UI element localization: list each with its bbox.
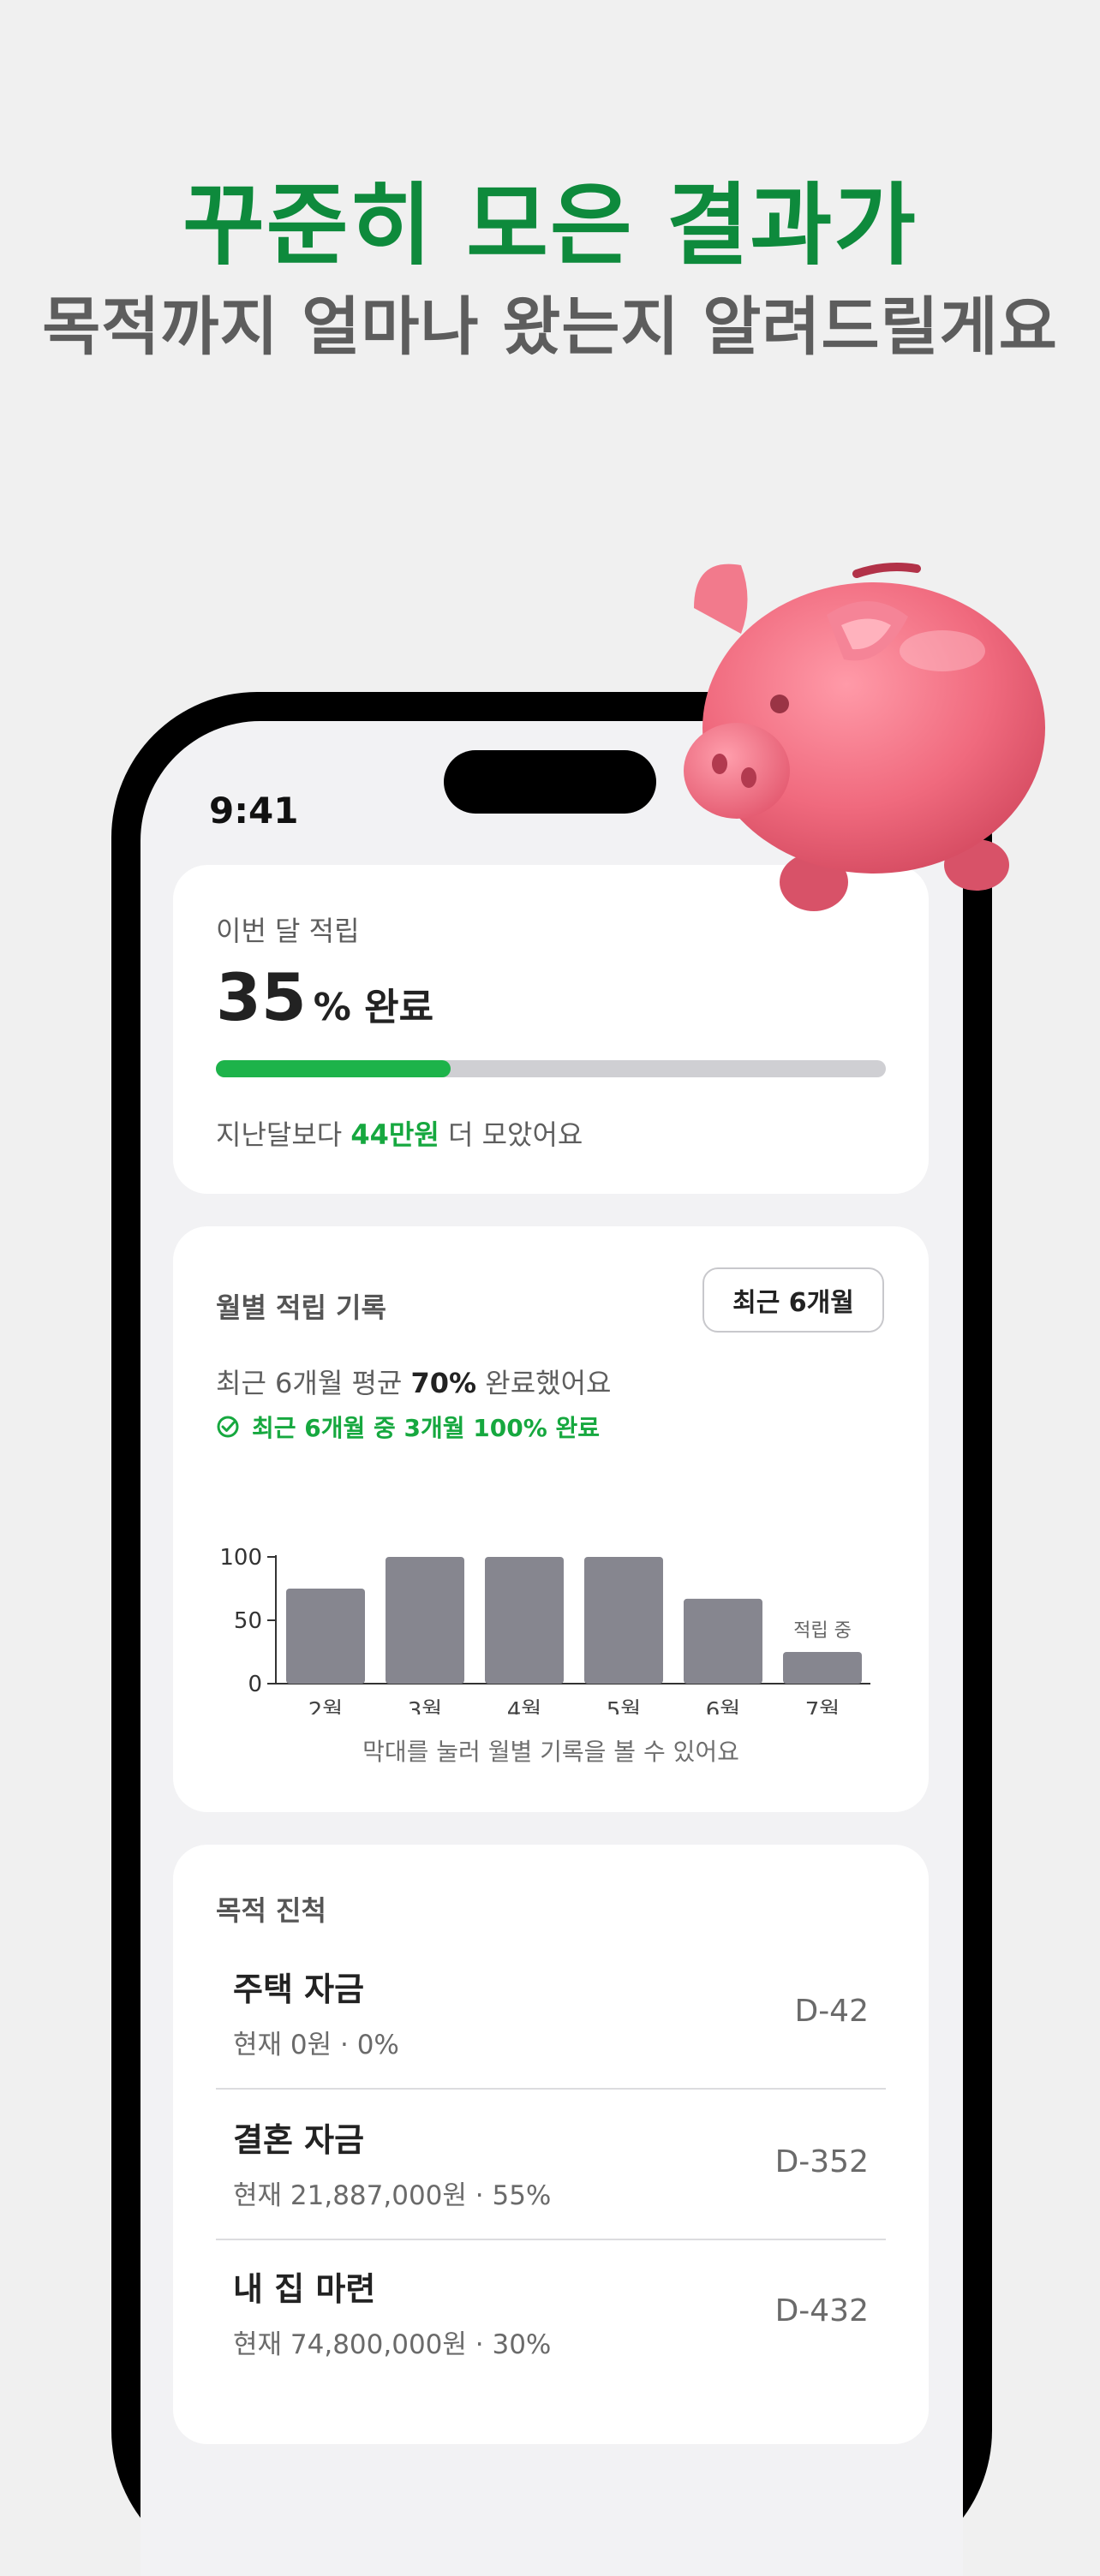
dynamic-island — [444, 750, 656, 814]
monthly-bar-chart: 0 50 100 2월 3월 4월 5월 6월 7월 적립 중 — [219, 1545, 870, 1714]
goal-dday: D-432 — [774, 2293, 869, 2329]
piggy-bank-illustration — [684, 563, 1045, 911]
goal-dday: D-42 — [794, 1994, 869, 2029]
avg-value: 70% — [410, 1367, 477, 1399]
y-tick-label: 100 — [219, 1545, 262, 1571]
phone-screen: 9:41 이번 달 적립 35% 완료 지난달보다 44만원 더 모았어요 월별… — [140, 721, 963, 2576]
goal-item[interactable]: 결혼 자금 현재 21,887,000원 · 55% D-352 — [216, 2091, 886, 2240]
goal-item[interactable]: 주택 자금 현재 0원 · 0% D-42 — [216, 1941, 886, 2090]
phone-frame: 9:41 이번 달 적립 35% 완료 지난달보다 44만원 더 모았어요 월별… — [111, 692, 992, 2576]
check-badge-icon — [217, 1416, 239, 1438]
y-tick-label: 50 — [234, 1608, 262, 1634]
x-tick-label: 7월 — [805, 1698, 840, 1714]
goal-item[interactable]: 내 집 마련 현재 74,800,000원 · 30% D-432 — [216, 2240, 886, 2389]
monthly-record-title: 월별 적립 기록 — [216, 1291, 386, 1324]
chart-hint: 막대를 눌러 월별 기록을 볼 수 있어요 — [362, 1738, 739, 1766]
achievement-text: 최근 6개월 중 3개월 100% 완료 — [252, 1414, 601, 1442]
progress-percent: 35% 완료 — [216, 959, 433, 1035]
x-tick-label: 5월 — [607, 1698, 641, 1714]
progress-compare: 지난달보다 44만원 더 모았어요 — [216, 1113, 583, 1153]
bar-annotation: 적립 중 — [793, 1620, 852, 1642]
range-select-button[interactable]: 최근 6개월 — [702, 1267, 884, 1333]
x-tick-label: 2월 — [308, 1698, 343, 1714]
progress-bar — [216, 1060, 886, 1077]
goal-status: 현재 0원 · 0% — [233, 2030, 399, 2060]
goal-name: 내 집 마련 — [233, 2270, 376, 2308]
y-tick-label: 0 — [248, 1672, 262, 1697]
avg-prefix: 최근 6개월 평균 — [216, 1367, 411, 1399]
progress-label: 이번 달 적립 — [216, 915, 360, 947]
chart-bar[interactable] — [485, 1557, 564, 1684]
goals-progress-card: 목적 진척 주택 자금 현재 0원 · 0% D-42 결혼 자금 현재 21,… — [173, 1845, 929, 2444]
progress-bar-fill — [216, 1060, 451, 1077]
avg-suffix: 완료했어요 — [476, 1367, 612, 1399]
x-tick-label: 6월 — [706, 1698, 740, 1714]
hero-subtitle: 목적까지 얼마나 왔는지 알려드릴게요 — [42, 290, 1058, 364]
average-summary: 최근 6개월 평균 70% 완료했어요 — [216, 1362, 611, 1401]
goal-status: 현재 21,887,000원 · 55% — [233, 2180, 552, 2211]
achievement-badge: 최근 6개월 중 3개월 100% 완료 — [216, 1410, 600, 1444]
goals-title: 목적 진척 — [216, 1894, 326, 1927]
compare-suffix: 더 모았어요 — [439, 1118, 583, 1151]
hero-title: 꾸준히 모은 결과가 — [182, 173, 918, 277]
chart-bar[interactable] — [584, 1557, 663, 1684]
chart-bar[interactable] — [286, 1589, 365, 1684]
monthly-record-card: 월별 적립 기록 최근 6개월 최근 6개월 평균 70% 완료했어요 최근 6… — [173, 1226, 929, 1812]
compare-amount: 44만원 — [350, 1118, 439, 1151]
goal-name: 주택 자금 — [233, 1971, 365, 2008]
chart-bar[interactable] — [386, 1557, 464, 1684]
progress-percent-value: 35 — [216, 959, 307, 1035]
status-time: 9:41 — [209, 790, 299, 832]
chart-bar[interactable] — [783, 1652, 862, 1684]
progress-percent-suffix: % 완료 — [313, 986, 434, 1029]
goal-dday: D-352 — [774, 2144, 869, 2179]
x-tick-label: 3월 — [408, 1698, 442, 1714]
divider — [216, 2088, 886, 2090]
compare-prefix: 지난달보다 — [216, 1118, 351, 1151]
chart-bar[interactable] — [684, 1598, 762, 1684]
goal-name: 결혼 자금 — [233, 2121, 365, 2159]
goal-status: 현재 74,800,000원 · 30% — [233, 2329, 552, 2360]
x-tick-label: 4월 — [507, 1698, 541, 1714]
